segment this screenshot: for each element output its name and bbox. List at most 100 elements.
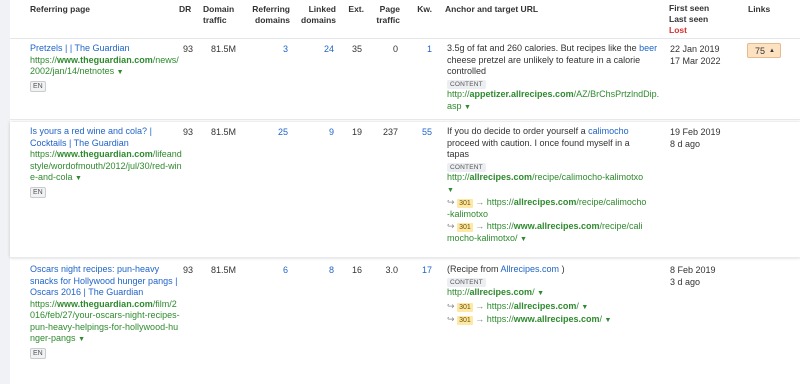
ext-value: 35 [351, 44, 362, 54]
language-badge: EN [30, 186, 46, 198]
caret-down-icon[interactable]: ▼ [464, 104, 471, 111]
header-dr[interactable]: DR [179, 4, 191, 15]
linked-domains-value[interactable]: 9 [306, 127, 334, 139]
dr-value: 93 [182, 44, 193, 54]
domain-traffic-value: 81.5M [210, 265, 236, 275]
links-count-button[interactable]: 75 ▲ [747, 43, 781, 58]
anchor-target-cell: (Recipe from Allrecipes.com ) CONTENT ht… [447, 264, 662, 327]
links-count: 75 [755, 46, 766, 56]
redirect-code-badge: 301 [457, 199, 473, 208]
kw-value[interactable]: 17 [410, 265, 432, 277]
redirect-url[interactable]: ↪ 301 → https://allrecipes.com/ ▼ [447, 301, 662, 314]
header-dates[interactable]: First seen Last seen Lost [669, 3, 709, 36]
redirect-url[interactable]: ↪ 301 → https://allrecipes.com/recipe/ca… [447, 197, 647, 220]
redirect-arrow-icon: ↪ [447, 300, 455, 311]
redirect-arrow-icon: ↪ [447, 314, 455, 324]
linked-domains-value[interactable]: 24 [306, 44, 334, 56]
dr-value: 93 [182, 127, 193, 137]
caret-down-icon[interactable]: ▼ [581, 304, 588, 311]
content-badge: CONTENT [447, 79, 486, 89]
target-url[interactable]: http://allrecipes.com/recipe/calimocho-k… [447, 172, 647, 196]
referring-page-title[interactable]: Pretzels | | The Guardian [30, 43, 180, 55]
header-first-seen: First seen [669, 3, 710, 13]
page-traffic-value: 0 [392, 44, 398, 54]
arrow-right-icon: → [475, 314, 485, 324]
first-seen-date: 8 Feb 2019 [670, 265, 716, 275]
language-badge: EN [30, 347, 46, 359]
table-row: Oscars night recipes: pun-heavy snacks f… [10, 259, 800, 384]
referring-domains-value[interactable]: 6 [260, 265, 288, 277]
caret-down-icon[interactable]: ▼ [78, 336, 85, 343]
caret-down-icon[interactable]: ▼ [75, 175, 82, 182]
language-badge: EN [30, 80, 46, 92]
redirect-code-badge: 301 [457, 223, 473, 232]
header-ext[interactable]: Ext. [340, 4, 364, 15]
chevron-up-icon: ▲ [769, 48, 775, 54]
last-seen-date: 17 Mar 2022 [670, 55, 721, 66]
redirect-url[interactable]: ↪ 301 → https://www.allrecipes.com/recip… [447, 221, 647, 245]
anchor-link[interactable]: beer [639, 43, 657, 53]
page-traffic-value: 3.0 [385, 265, 398, 275]
referring-page-url[interactable]: https://www.theguardian.com/lifeandstyle… [30, 149, 182, 185]
header-lost: Lost [669, 25, 687, 35]
table-row: Is yours a red wine and cola? | Cocktail… [10, 122, 800, 258]
last-seen-date: 3 d ago [670, 276, 701, 287]
page-traffic-value: 237 [382, 127, 398, 137]
referring-page-url[interactable]: https://www.theguardian.com/news/2002/ja… [30, 55, 180, 79]
kw-value[interactable]: 55 [410, 127, 432, 139]
referring-page-cell: Is yours a red wine and cola? | Cocktail… [30, 126, 182, 198]
ext-value: 16 [351, 265, 362, 275]
caret-down-icon[interactable]: ▼ [520, 236, 527, 243]
dr-value: 93 [182, 265, 193, 275]
anchor-link[interactable]: calimocho [588, 126, 629, 136]
header-last-seen: Last seen [669, 14, 709, 24]
dates-cell: 8 Feb 2019 3 d ago [670, 265, 716, 288]
last-seen-date: 8 d ago [670, 138, 701, 149]
arrow-right-icon: → [475, 300, 485, 311]
anchor-target-cell: 3.5g of fat and 260 calories. But recipe… [447, 43, 662, 113]
linked-domains-value[interactable]: 8 [306, 265, 334, 277]
kw-value[interactable]: 1 [410, 44, 432, 56]
content-badge: CONTENT [447, 277, 486, 287]
redirect-arrow-icon: ↪ [447, 197, 455, 207]
target-url[interactable]: http://appetizer.allrecipes.com/AZ/BrChs… [447, 89, 662, 113]
anchor-target-cell: If you do decide to order yourself a cal… [447, 126, 647, 245]
arrow-right-icon: → [475, 221, 485, 231]
redirect-arrow-icon: ↪ [447, 221, 455, 231]
referring-page-cell: Pretzels | | The Guardian https://www.th… [30, 43, 180, 92]
referring-page-title[interactable]: Is yours a red wine and cola? | Cocktail… [30, 126, 182, 149]
redirect-code-badge: 301 [457, 316, 473, 325]
anchor-text: 3.5g of fat and 260 calories. But recipe… [447, 43, 658, 76]
anchor-link[interactable]: Allrecipes.com [501, 264, 560, 274]
header-domain-traffic[interactable]: Domain traffic [203, 4, 243, 26]
header-linked-domains[interactable]: Linked domains [300, 4, 336, 26]
header-anchor-target[interactable]: Anchor and target URL [445, 4, 538, 15]
header-page-traffic[interactable]: Page traffic [370, 4, 400, 26]
arrow-right-icon: → [475, 197, 485, 207]
referring-domains-value[interactable]: 25 [260, 127, 288, 139]
anchor-text: (Recipe from Allrecipes.com ) [447, 264, 565, 274]
header-referring-domains[interactable]: Referring domains [250, 4, 290, 26]
dates-cell: 19 Feb 2019 8 d ago [670, 127, 721, 150]
caret-down-icon[interactable]: ▼ [447, 187, 454, 194]
caret-down-icon[interactable]: ▼ [605, 317, 612, 324]
dates-cell: 22 Jan 2019 17 Mar 2022 [670, 44, 721, 67]
table-row: Pretzels | | The Guardian https://www.th… [10, 39, 800, 120]
referring-domains-value[interactable]: 3 [260, 44, 288, 56]
ext-value: 19 [351, 127, 362, 137]
header-kw[interactable]: Kw. [412, 4, 432, 15]
first-seen-date: 22 Jan 2019 [670, 44, 720, 54]
anchor-text: If you do decide to order yourself a cal… [447, 126, 630, 159]
referring-page-url[interactable]: https://www.theguardian.com/film/2016/fe… [30, 299, 180, 346]
first-seen-date: 19 Feb 2019 [670, 127, 721, 137]
content-badge: CONTENT [447, 162, 486, 172]
header-referring-page[interactable]: Referring page [30, 4, 90, 15]
left-sidebar-edge [0, 0, 10, 384]
referring-page-title[interactable]: Oscars night recipes: pun-heavy snacks f… [30, 264, 180, 299]
caret-down-icon[interactable]: ▼ [117, 69, 124, 76]
target-url[interactable]: http://allrecipes.com/ ▼ [447, 287, 662, 300]
redirect-url[interactable]: ↪ 301 → https://www.allrecipes.com/ ▼ [447, 314, 662, 327]
caret-down-icon[interactable]: ▼ [537, 290, 544, 297]
header-links[interactable]: Links [748, 4, 770, 15]
redirect-code-badge: 301 [457, 302, 473, 312]
